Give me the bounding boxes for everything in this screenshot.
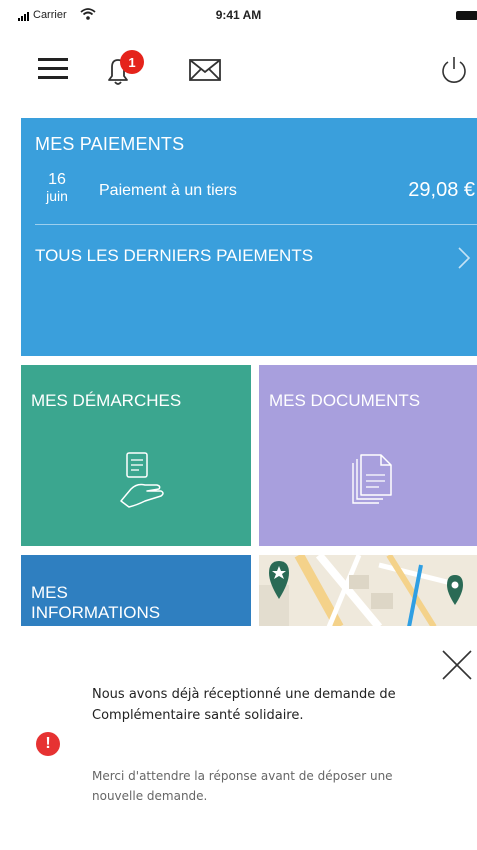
mail-icon bbox=[189, 59, 221, 81]
map-tile[interactable] bbox=[259, 555, 477, 627]
popup-submessage: Merci d'attendre la réponse avant de dép… bbox=[92, 769, 393, 803]
close-icon bbox=[442, 650, 472, 680]
popup-message: Nous avons déjà réceptionné une demande … bbox=[92, 687, 396, 723]
documents-icon bbox=[352, 454, 392, 504]
notifications-button[interactable]: 1 bbox=[100, 46, 150, 88]
last-payment-row[interactable]: 16 juin Paiement à un tiers 29,08 € bbox=[21, 171, 477, 218]
battery-icon bbox=[456, 11, 477, 20]
payment-day: 16 bbox=[48, 171, 66, 188]
informations-label-line1: MES bbox=[31, 583, 68, 602]
close-button[interactable] bbox=[440, 648, 474, 682]
payments-title: MES PAIEMENTS bbox=[35, 134, 185, 154]
alert-icon: ! bbox=[36, 732, 60, 756]
status-bar: Carrier 9:41 AM bbox=[0, 0, 477, 34]
menu-icon bbox=[38, 58, 68, 79]
hand-document-icon bbox=[120, 452, 164, 508]
payment-date: 16 juin bbox=[37, 171, 77, 204]
informations-tile[interactable]: MES INFORMATIONS bbox=[21, 555, 251, 627]
logout-button[interactable] bbox=[436, 52, 472, 88]
payment-amount: 29,08 € bbox=[408, 179, 475, 201]
power-icon bbox=[442, 57, 466, 83]
payment-month: juin bbox=[46, 187, 68, 204]
menu-button[interactable] bbox=[34, 55, 72, 81]
payments-tile[interactable]: MES PAIEMENTS 16 juin Paiement à un tier… bbox=[21, 118, 477, 356]
demarches-label: MES DÉMARCHES bbox=[31, 391, 182, 410]
info-popup: ! Nous avons déjà réceptionné une demand… bbox=[0, 626, 477, 850]
messages-button[interactable] bbox=[182, 54, 228, 86]
informations-label-line2: INFORMATIONS bbox=[31, 602, 161, 622]
status-time: 9:41 AM bbox=[215, 8, 262, 22]
all-payments-link[interactable]: TOUS LES DERNIERS PAIEMENTS bbox=[35, 246, 313, 266]
divider bbox=[35, 224, 477, 225]
map-icon bbox=[259, 555, 477, 627]
notification-badge: 1 bbox=[120, 50, 144, 74]
chevron-right-icon bbox=[458, 247, 471, 269]
payment-label: Paiement à un tiers bbox=[99, 182, 237, 199]
documents-label: MES DOCUMENTS bbox=[269, 391, 421, 410]
top-toolbar: 1 bbox=[0, 40, 477, 96]
demarches-tile[interactable]: MES DÉMARCHES bbox=[21, 365, 251, 546]
documents-tile[interactable]: MES DOCUMENTS bbox=[259, 365, 477, 546]
informations-label: MES INFORMATIONS bbox=[31, 583, 160, 622]
